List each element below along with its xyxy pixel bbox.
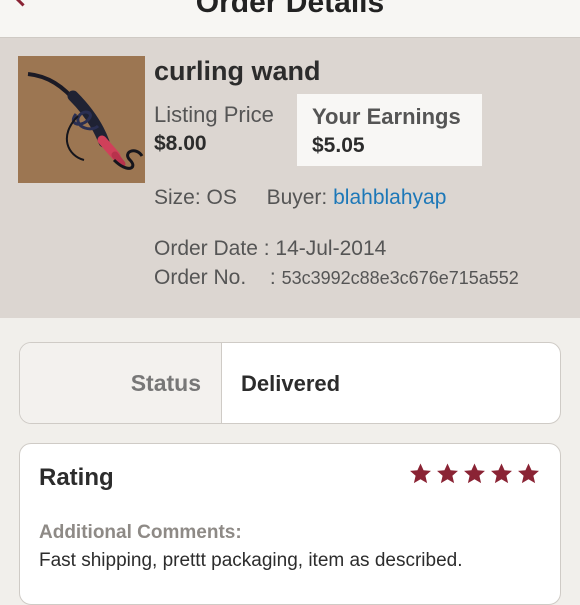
- comments-text: Fast shipping, prettt packaging, item as…: [39, 550, 463, 571]
- buyer-label: Buyer:: [266, 186, 328, 209]
- size-label: Size:: [154, 186, 201, 209]
- order-number-label: Order No.: [154, 266, 247, 289]
- buyer-link[interactable]: blahblahyap: [333, 186, 446, 209]
- earnings-box: Your Earnings $5.05: [297, 94, 482, 166]
- order-number-separator: :: [269, 266, 276, 289]
- star-icon: [464, 463, 485, 484]
- listing-price-value: $8.00: [154, 132, 207, 155]
- order-date-line: Order Date : 14-Jul-2014: [154, 237, 386, 261]
- rating-stars: [409, 462, 540, 485]
- earnings-label: Your Earnings: [312, 104, 461, 129]
- order-date-value: 14-Jul-2014: [275, 237, 387, 260]
- order-number-value: 53c3992c88e3c676e715a552: [281, 268, 519, 288]
- listing-price-label: Listing Price: [154, 102, 274, 127]
- status-label: Status: [130, 370, 201, 396]
- size-value: OS: [206, 186, 237, 209]
- nav-bar: Order Details: [0, 0, 580, 38]
- star-icon: [518, 463, 539, 484]
- page-title: Order Details: [195, 0, 385, 19]
- listing-price: Listing Price $8.00: [154, 102, 274, 156]
- size-buyer-line: Size: OS Buyer: blahblahyap: [154, 186, 446, 210]
- earnings-value: $5.05: [312, 134, 365, 157]
- star-icon: [437, 463, 458, 484]
- order-date-label: Order Date :: [154, 237, 270, 260]
- item-thumbnail[interactable]: [18, 56, 145, 183]
- status-value: Delivered: [241, 371, 341, 396]
- star-icon: [491, 463, 512, 484]
- order-summary: curling wand Listing Price $8.00 Your Ea…: [0, 38, 580, 318]
- order-number-line: Order No. : 53c3992c88e3c676e715a552: [154, 266, 519, 290]
- item-title: curling wand: [154, 56, 321, 86]
- status-card: Status Delivered: [19, 342, 561, 424]
- curling-wand-photo: [18, 56, 145, 183]
- rating-card: Rating Additional Comments: Fast shippin…: [19, 443, 561, 605]
- comments-label: Additional Comments:: [39, 522, 242, 543]
- status-label-cell: Status: [20, 343, 222, 423]
- rating-heading: Rating: [39, 464, 114, 491]
- star-icon: [410, 463, 431, 484]
